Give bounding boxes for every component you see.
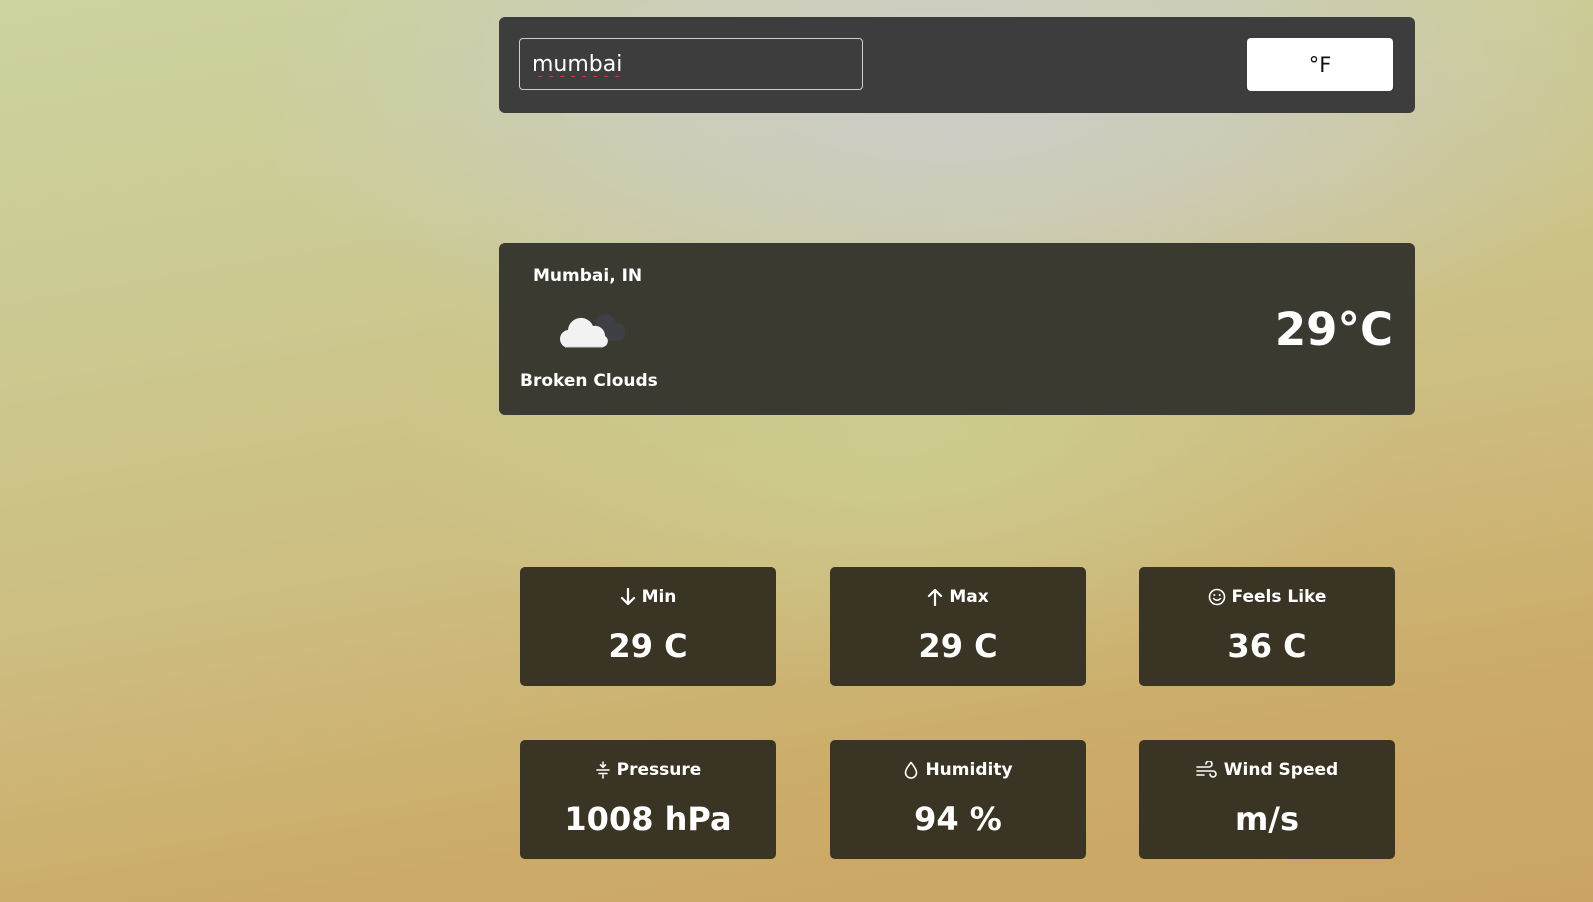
wind-speed-value: m/s [1234,800,1300,838]
feels-like-label: Feels Like [1231,587,1327,607]
smile-icon [1208,588,1225,606]
wind-icon [1195,761,1217,778]
wind-speed-label: Wind Speed [1223,760,1339,780]
unit-toggle-button[interactable]: °F [1247,38,1393,91]
humidity-value: 94 % [914,800,1002,838]
humidity-label: Humidity [925,760,1013,780]
current-temperature: 29°C [1274,303,1393,356]
pressure-icon [595,761,610,779]
humidity-card: Humidity 94 % [830,740,1086,859]
max-label: Max [949,587,989,607]
pressure-card: Pressure 1008 hPa [520,740,776,859]
min-label: Min [641,587,677,607]
max-value: 29 C [918,627,998,665]
current-weather-card: Mumbai, IN Broken Clouds 29°C [499,243,1415,415]
broken-clouds-icon [560,314,626,348]
arrow-up-icon [928,588,943,606]
city-name: Mumbai, IN [533,266,643,286]
pressure-value: 1008 hPa [564,800,732,838]
wind-speed-card: Wind Speed m/s [1139,740,1395,859]
feels-like-value: 36 C [1227,627,1307,665]
max-temp-card: Max 29 C [830,567,1086,686]
pressure-label: Pressure [616,760,702,780]
feels-like-card: Feels Like 36 C [1139,567,1395,686]
min-value: 29 C [608,627,688,665]
city-search-input[interactable] [519,38,863,90]
min-temp-card: Min 29 C [520,567,776,686]
weather-condition: Broken Clouds [520,371,658,391]
droplet-icon [905,761,918,779]
search-bar: °F [499,17,1415,113]
arrow-down-icon [620,588,635,606]
